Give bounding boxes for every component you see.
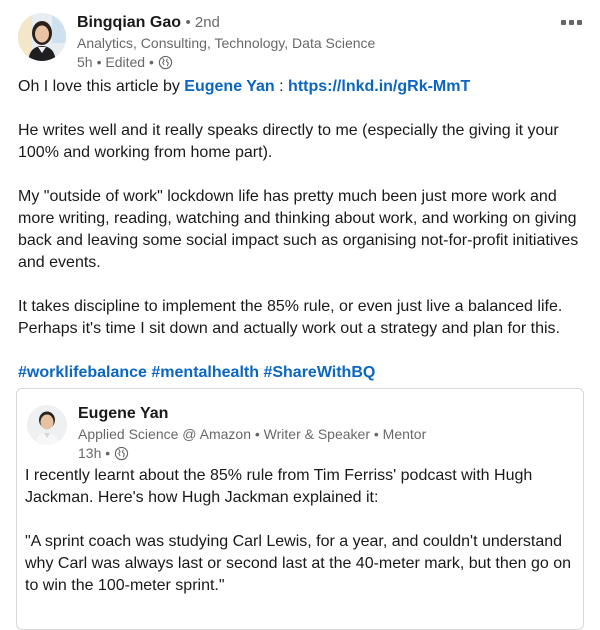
hashtag-link[interactable]: #worklifebalance [18,364,147,381]
post-body: Oh I love this article by Eugene Yan : h… [18,76,588,406]
separator-text: : [274,78,289,95]
shared-post-time: 13h • [78,445,111,461]
shared-author-headline: Applied Science @ Amazon • Writer & Spea… [78,426,427,442]
author-info: Bingqian Gao • 2nd Analytics, Consulting… [77,13,375,71]
shared-paragraph-1: I recently learnt about the 85% rule fro… [25,467,533,506]
globe-icon [158,55,173,69]
more-options-icon[interactable] [558,15,584,29]
shared-post-body: I recently learnt about the 85% rule fro… [25,465,577,619]
globe-icon [115,446,129,460]
shared-paragraph-2: "A sprint coach was studying Carl Lewis,… [25,533,572,594]
hashtag-list: #worklifebalance #mentalhealth #ShareWit… [18,362,588,384]
shared-author-avatar[interactable] [27,405,67,445]
shared-author-name[interactable]: Eugene Yan [78,404,426,424]
post-paragraph-4: It takes discipline to implement the 85%… [18,298,563,337]
post-header: Bingqian Gao • 2nd Analytics, Consulting… [18,13,584,71]
post-meta: 5h • Edited • [77,53,375,71]
author-line: Bingqian Gao • 2nd [77,13,375,33]
author-headline: Analytics, Consulting, Technology, Data … [77,35,376,51]
post-time: 5h [77,54,93,70]
post-paragraph-3: My "outside of work" lockdown life has p… [18,188,579,271]
shared-post-meta: 13h • [78,444,426,462]
article-url-link[interactable]: https://lnkd.in/gRk-MmT [288,78,470,95]
post-paragraph-2: He writes well and it really speaks dire… [18,122,559,161]
shared-post-card[interactable]: Eugene Yan Applied Science @ Amazon • Wr… [16,388,584,630]
author-name[interactable]: Bingqian Gao [77,14,181,31]
intro-text: Oh I love this article by [18,78,185,95]
feed-post: Bingqian Gao • 2nd Analytics, Consulting… [0,0,600,630]
post-paragraph-1: Oh I love this article by Eugene Yan : h… [18,76,588,98]
connection-degree: • 2nd [185,14,220,31]
mention-link[interactable]: Eugene Yan [184,78,274,95]
hashtag-link[interactable]: #ShareWithBQ [263,364,375,381]
shared-author-info: Eugene Yan Applied Science @ Amazon • Wr… [78,404,426,462]
hashtag-link[interactable]: #mentalhealth [151,364,259,381]
edited-label: • Edited • [96,54,154,70]
author-avatar[interactable] [18,13,66,61]
